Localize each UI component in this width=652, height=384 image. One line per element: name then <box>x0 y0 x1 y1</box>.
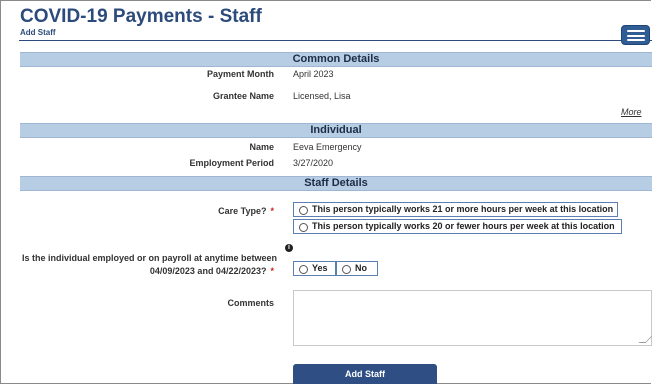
radio-circle-icon <box>299 206 308 215</box>
employed-yes-label: Yes <box>312 263 328 273</box>
grantee-name-value: Licensed, Lisa <box>293 91 351 101</box>
page-title: COVID-19 Payments - Staff <box>20 6 262 27</box>
care-type-option-21-or-more[interactable]: This person typically works 21 or more h… <box>293 202 618 217</box>
more-link[interactable]: More <box>621 107 642 117</box>
radio-circle-icon <box>299 265 308 274</box>
comments-textarea[interactable] <box>293 290 652 346</box>
individual-name-value: Eeva Emergency <box>293 142 362 152</box>
info-icon[interactable]: i <box>285 244 293 252</box>
grantee-name-label: Grantee Name <box>212 91 274 101</box>
employed-yes-option[interactable]: Yes <box>293 261 336 276</box>
employed-question-line-2: 04/09/2023 and 04/22/2023? * <box>150 266 274 276</box>
menu-line <box>627 30 645 32</box>
employed-no-label: No <box>355 263 367 273</box>
hamburger-menu-icon[interactable] <box>621 25 650 45</box>
care-type-option-label: This person typically works 21 or more h… <box>312 204 614 214</box>
employed-question-line-1: Is the individual employed or on payroll… <box>22 253 278 263</box>
page-subtitle: Add Staff <box>20 28 56 37</box>
required-marker: * <box>270 266 274 276</box>
care-type-option-20-or-fewer[interactable]: This person typically works 20 or fewer … <box>293 219 622 234</box>
menu-line <box>627 39 645 41</box>
menu-line <box>627 34 645 37</box>
employed-no-option[interactable]: No <box>336 261 378 276</box>
required-marker: * <box>270 206 274 216</box>
section-header-staff-details: Staff Details <box>20 176 652 191</box>
employment-period-value: 3/27/2020 <box>293 158 334 168</box>
add-staff-button[interactable]: Add Staff <box>293 364 437 384</box>
care-type-label-text: Care Type? <box>218 206 267 216</box>
care-type-option-label: This person typically works 20 or fewer … <box>312 221 615 231</box>
comments-label: Comments <box>227 298 274 308</box>
resize-handle-icon[interactable] <box>638 336 652 343</box>
radio-circle-icon <box>342 265 351 274</box>
title-divider <box>19 40 652 41</box>
care-type-label: Care Type? * <box>218 206 274 216</box>
radio-circle-icon <box>299 223 308 232</box>
individual-name-label: Name <box>249 142 274 152</box>
employment-period-label: Employment Period <box>189 158 274 168</box>
section-header-common-details: Common Details <box>20 52 652 67</box>
payment-month-value: April 2023 <box>293 69 334 79</box>
section-header-individual: Individual <box>20 123 652 138</box>
payment-month-label: Payment Month <box>206 69 274 79</box>
employed-question-date-range: 04/09/2023 and 04/22/2023? <box>149 266 267 276</box>
